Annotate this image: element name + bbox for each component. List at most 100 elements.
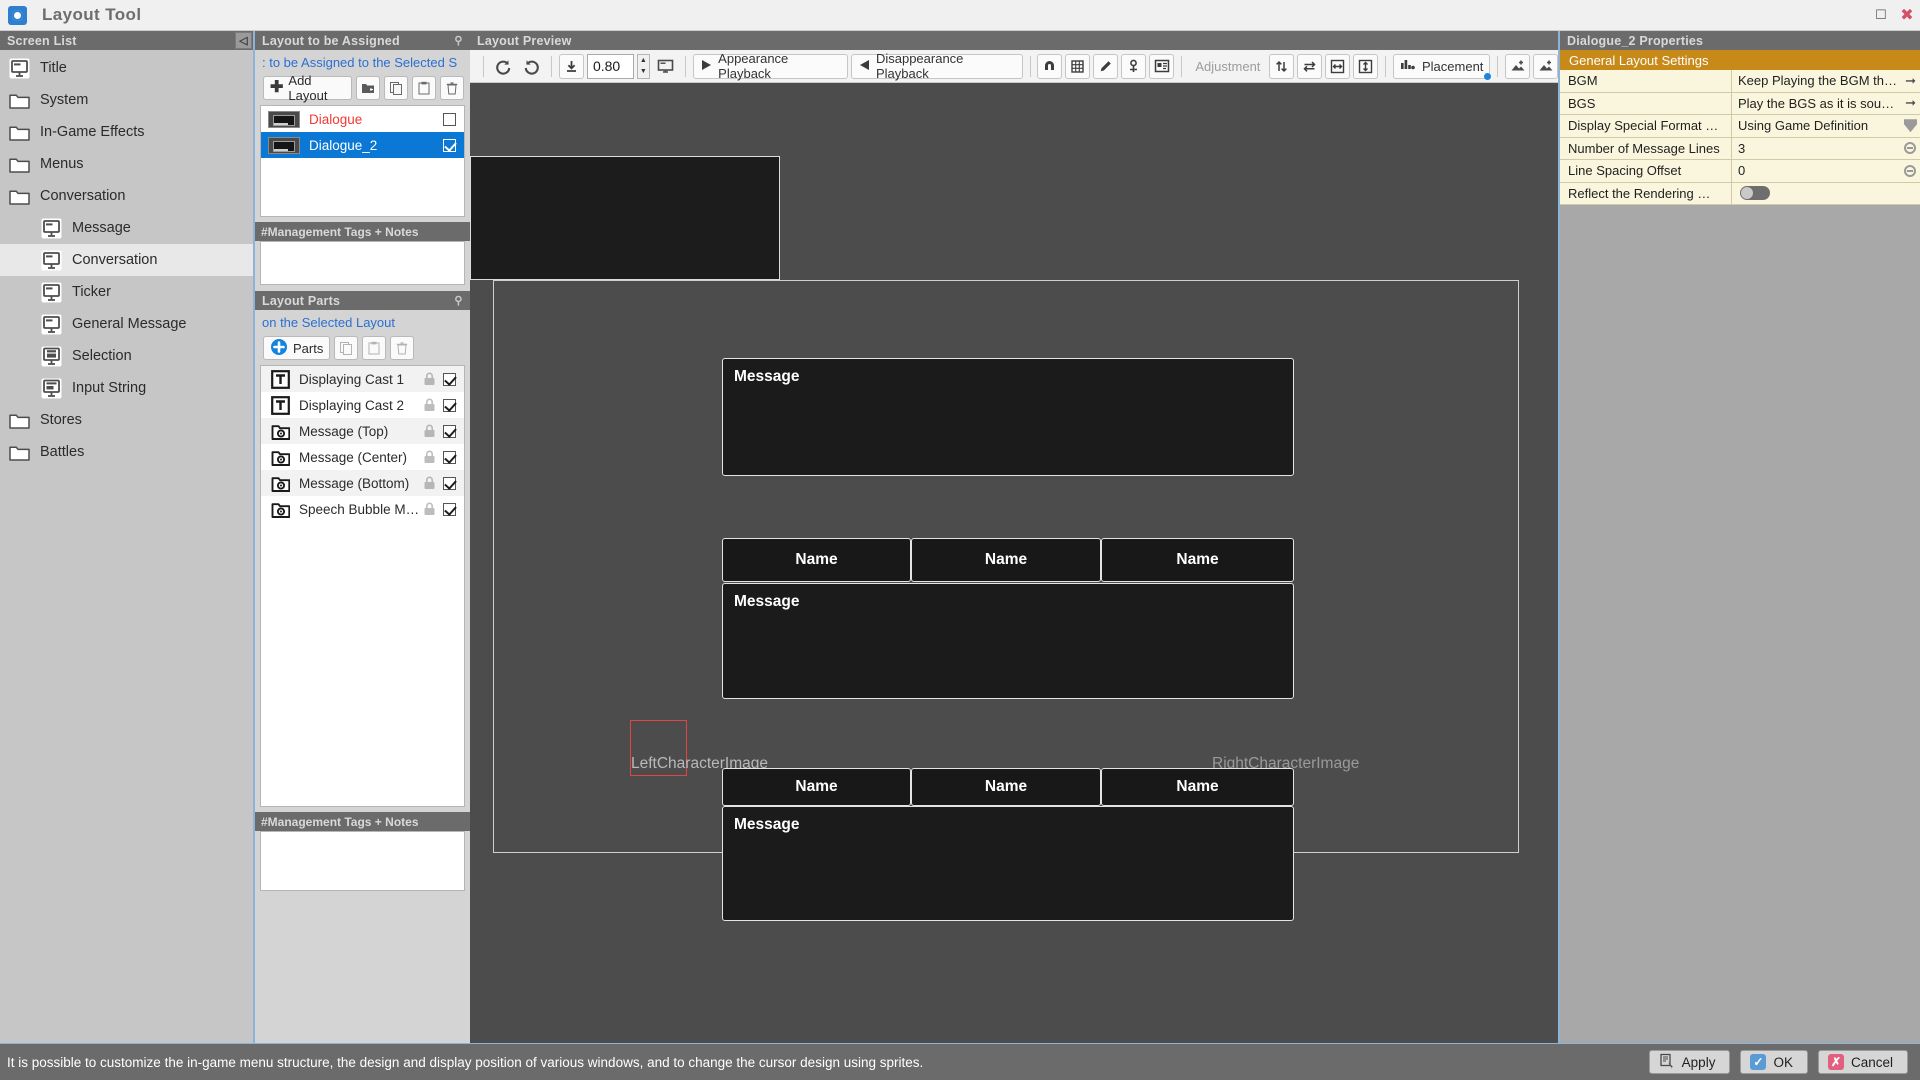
part-visibility-checkbox[interactable] <box>443 425 456 438</box>
ok-label: OK <box>1773 1055 1793 1070</box>
property-value-cell[interactable]: 0 <box>1732 160 1920 183</box>
apply-button[interactable]: Apply <box>1649 1050 1731 1074</box>
stepper-icon[interactable] <box>1904 165 1916 177</box>
add-folder-icon[interactable] <box>356 76 380 100</box>
fit-to-screen-icon[interactable] <box>559 54 584 79</box>
sidebar-item-stores[interactable]: Stores <box>0 404 253 436</box>
copy-icon[interactable] <box>384 76 408 100</box>
parts-tags-input[interactable] <box>260 831 465 891</box>
reflect-rendering-toggle[interactable] <box>1740 186 1770 200</box>
search-icon[interactable]: ⚲ <box>450 292 467 309</box>
pen-icon[interactable] <box>1093 54 1118 79</box>
message-bottom-box[interactable]: Message <box>722 806 1294 921</box>
sidebar-item-input-string[interactable]: Input String <box>0 372 253 404</box>
cancel-button[interactable]: ✗ Cancel <box>1818 1050 1908 1074</box>
open-dialog-icon[interactable]: ➞ <box>1905 95 1916 111</box>
sidebar-item-message[interactable]: Message <box>0 212 253 244</box>
sidebar-item-menus[interactable]: Menus <box>0 148 253 180</box>
lock-icon[interactable] <box>423 502 437 516</box>
lock-icon[interactable] <box>423 424 437 438</box>
add-parts-button[interactable]: Parts <box>263 336 330 360</box>
delete-icon[interactable] <box>390 336 414 360</box>
monitor-preview-icon[interactable] <box>653 54 678 79</box>
copy-icon[interactable] <box>334 336 358 360</box>
chevron-down-icon[interactable] <box>1904 119 1917 132</box>
name-box-center-2[interactable]: Name <box>911 538 1101 582</box>
property-value-cell[interactable]: Keep Playing the BGM th…➞ <box>1732 70 1920 93</box>
parts-list-item[interactable]: Displaying Cast 1 <box>261 366 464 392</box>
name-box-center-1[interactable]: Name <box>722 538 911 582</box>
part-visibility-checkbox[interactable] <box>443 477 456 490</box>
parts-list-item[interactable]: Displaying Cast 2 <box>261 392 464 418</box>
layout-checkbox[interactable] <box>443 139 456 152</box>
grid-icon[interactable] <box>1065 54 1090 79</box>
sidebar-item-battles[interactable]: Battles <box>0 436 253 468</box>
lock-icon[interactable] <box>423 450 437 464</box>
search-icon[interactable]: ⚲ <box>450 32 467 49</box>
swap-vertical-icon[interactable] <box>1269 54 1294 79</box>
layout-list-item[interactable]: Dialogue_2 <box>261 132 464 158</box>
paste-icon[interactable] <box>412 76 436 100</box>
part-visibility-checkbox[interactable] <box>443 503 456 516</box>
add-layout-button[interactable]: ✚ Add Layout <box>263 76 352 100</box>
align-box-icon[interactable] <box>1149 54 1174 79</box>
export-image-icon[interactable] <box>1533 54 1558 79</box>
open-dialog-icon[interactable]: ➞ <box>1905 73 1916 89</box>
parts-list-item[interactable]: Speech Bubble M… <box>261 496 464 522</box>
import-image-icon[interactable] <box>1505 54 1530 79</box>
redo-icon[interactable] <box>491 54 516 79</box>
close-icon[interactable]: ✖ <box>1894 2 1920 28</box>
lock-icon[interactable] <box>423 476 437 490</box>
name-box-center-3[interactable]: Name <box>1101 538 1294 582</box>
undo-icon[interactable] <box>519 54 544 79</box>
stepper-icon[interactable] <box>1904 142 1916 154</box>
preview-canvas[interactable]: Message Name Name Name Name Name Name Me… <box>470 83 1558 1043</box>
part-visibility-checkbox[interactable] <box>443 373 456 386</box>
name-box-bottom-2[interactable]: Name <box>911 768 1101 806</box>
sidebar-item-label: General Message <box>72 316 186 332</box>
restore-icon[interactable]: ☐ <box>1868 2 1894 28</box>
sidebar-item-conversation[interactable]: Conversation <box>0 180 253 212</box>
part-visibility-checkbox[interactable] <box>443 399 456 412</box>
name-box-bottom-3[interactable]: Name <box>1101 768 1294 806</box>
swap-horizontal-icon[interactable] <box>1297 54 1322 79</box>
parts-list-item[interactable]: Message (Center) <box>261 444 464 470</box>
sidebar-item-selection[interactable]: Selection <box>0 340 253 372</box>
ok-button[interactable]: ✓ OK <box>1740 1050 1808 1074</box>
lock-icon[interactable] <box>423 398 437 412</box>
message-top-box[interactable]: Message <box>722 358 1294 476</box>
selected-part-rect[interactable] <box>630 720 687 776</box>
parts-list-item[interactable]: Message (Bottom) <box>261 470 464 496</box>
message-center-box[interactable]: Message <box>722 583 1294 699</box>
magnet-icon[interactable] <box>1037 54 1062 79</box>
delete-icon[interactable] <box>440 76 464 100</box>
property-value-cell[interactable] <box>1732 183 1920 206</box>
zoom-stepper[interactable]: ▲▼ <box>637 54 651 79</box>
fit-height-icon[interactable] <box>1353 54 1378 79</box>
anchor-icon[interactable] <box>1121 54 1146 79</box>
assign-tags-input[interactable] <box>260 241 465 285</box>
part-visibility-checkbox[interactable] <box>443 451 456 464</box>
appearance-playback-button[interactable]: Appearance Playback <box>693 54 848 79</box>
sidebar-item-in-game-effects[interactable]: In-Game Effects <box>0 116 253 148</box>
zoom-value-input[interactable]: 0.80 <box>587 54 634 79</box>
parts-list-item[interactable]: Message (Top) <box>261 418 464 444</box>
name-box-bottom-1[interactable]: Name <box>722 768 911 806</box>
sidebar-item-general-message[interactable]: General Message <box>0 308 253 340</box>
sidebar-item-title[interactable]: Title <box>0 52 253 84</box>
layout-checkbox[interactable] <box>443 113 456 126</box>
property-value-cell[interactable]: Using Game Definition <box>1732 115 1920 138</box>
property-value-cell[interactable]: 3 <box>1732 138 1920 161</box>
sidebar-item-conversation[interactable]: Conversation <box>0 244 253 276</box>
lock-icon[interactable] <box>423 372 437 386</box>
property-value-cell[interactable]: Play the BGS as it is sou…➞ <box>1732 93 1920 116</box>
sidebar-item-ticker[interactable]: Ticker <box>0 276 253 308</box>
placement-button[interactable]: Placement <box>1393 54 1490 79</box>
paste-icon[interactable] <box>362 336 386 360</box>
fit-width-icon[interactable] <box>1325 54 1350 79</box>
disappearance-playback-button[interactable]: Disappearance Playback <box>851 54 1023 79</box>
chevron-left-icon[interactable]: ◁ <box>235 32 252 49</box>
message-center-label: Message <box>734 593 799 610</box>
layout-list-item[interactable]: Dialogue <box>261 106 464 132</box>
sidebar-item-system[interactable]: System <box>0 84 253 116</box>
